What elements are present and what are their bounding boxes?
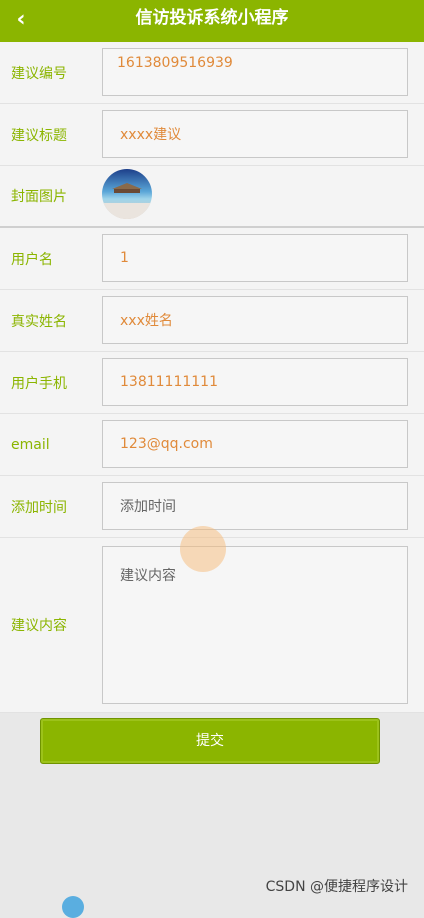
form-row-username: 用户名 1 [0, 228, 424, 290]
form-row-real-name: 真实姓名 xxx姓名 [0, 290, 424, 352]
add-time-field[interactable]: 添加时间 [102, 482, 408, 530]
app-header: ‹ 信访投诉系统小程序 [0, 0, 424, 42]
phone-label: 用户手机 [11, 375, 67, 392]
submit-button[interactable]: 提交 [40, 718, 380, 764]
content-label: 建议内容 [11, 618, 67, 634]
real-name-label: 真实姓名 [11, 313, 67, 330]
form-row-suggestion-number: 建议编号 1613809516939 [0, 42, 424, 104]
email-label: email [11, 436, 50, 453]
form-row-email: email 123@qq.com [0, 414, 424, 476]
username-field[interactable]: 1 [102, 234, 408, 282]
suggestion-title-field[interactable]: xxxx建议 [102, 110, 408, 158]
suggestion-form: 建议编号 1613809516939 建议标题 xxxx建议 封面图片 用户名 … [0, 42, 424, 713]
real-name-field[interactable]: xxx姓名 [102, 296, 408, 344]
form-row-phone: 用户手机 13811111111 [0, 352, 424, 414]
touch-indicator [180, 526, 226, 572]
floating-dot [62, 896, 84, 918]
form-row-suggestion-title: 建议标题 xxxx建议 [0, 104, 424, 166]
page-title: 信访投诉系统小程序 [135, 8, 289, 28]
suggestion-number-label: 建议编号 [11, 65, 67, 82]
watermark-text: CSDN @便捷程序设计 [265, 879, 408, 895]
suggestion-number-field[interactable]: 1613809516939 [102, 48, 408, 96]
cover-image-label: 封面图片 [11, 189, 67, 205]
phone-field[interactable]: 13811111111 [102, 358, 408, 406]
username-label: 用户名 [11, 251, 53, 268]
cover-image-thumbnail[interactable] [102, 169, 152, 219]
suggestion-title-label: 建议标题 [11, 127, 67, 144]
add-time-label: 添加时间 [11, 499, 67, 516]
email-field[interactable]: 123@qq.com [102, 420, 408, 468]
form-row-cover-image: 封面图片 [0, 166, 424, 228]
content-textarea[interactable]: 建议内容 [102, 546, 408, 704]
